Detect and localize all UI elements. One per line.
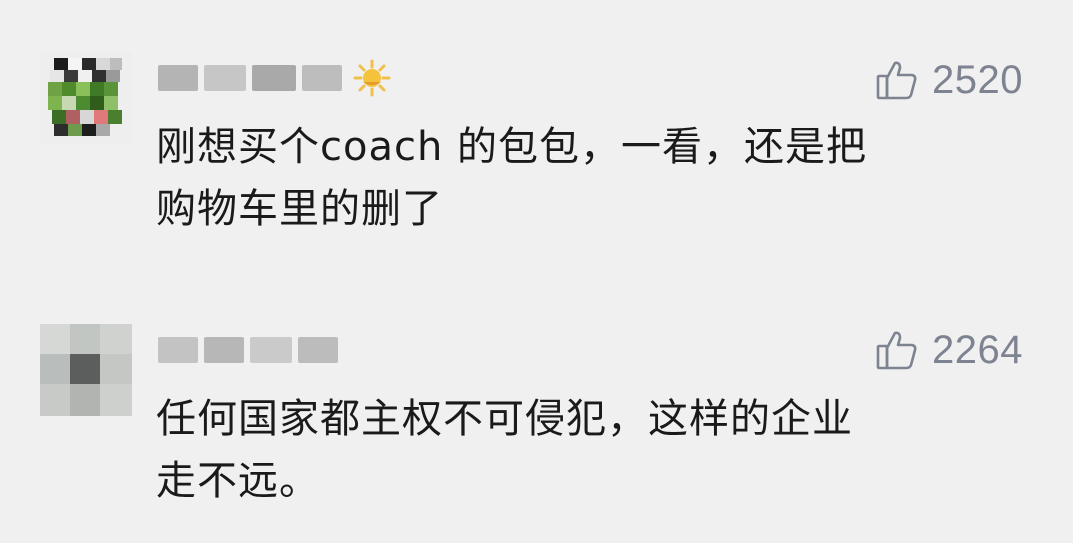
avatar-pixelated-image (40, 52, 132, 144)
like-count: 2520 (932, 57, 1023, 102)
avatar[interactable] (40, 52, 132, 144)
username[interactable] (158, 58, 392, 98)
comment-item: 2264 任何国家都主权不可侵犯，这样的企业 走不远。 (0, 260, 1073, 543)
comment-text-line: 刚想买个coach 的包包，一看，还是把 (156, 124, 868, 170)
username[interactable] (158, 330, 338, 370)
comment-text: 任何国家都主权不可侵犯，这样的企业 走不远。 (156, 388, 1016, 512)
comment-text-line: 任何国家都主权不可侵犯，这样的企业 (156, 396, 853, 442)
comment-text-line: 购物车里的删了 (156, 186, 443, 232)
like-button[interactable]: 2264 (874, 326, 1023, 374)
username-blurred (158, 65, 342, 91)
sun-badge-icon (352, 58, 392, 98)
avatar-pixelated-image (40, 324, 132, 416)
comment-text-line: 走不远。 (156, 458, 320, 504)
like-count: 2264 (932, 327, 1023, 372)
thumbs-up-icon (874, 327, 920, 373)
avatar[interactable] (40, 324, 132, 416)
username-blurred (158, 337, 338, 363)
comment-item: 2520 刚想买个coach 的包包，一看，还是把 购物车里的删了 (0, 0, 1073, 260)
like-button[interactable]: 2520 (874, 56, 1023, 104)
thumbs-up-icon (874, 57, 920, 103)
comment-text: 刚想买个coach 的包包，一看，还是把 购物车里的删了 (156, 116, 1016, 240)
